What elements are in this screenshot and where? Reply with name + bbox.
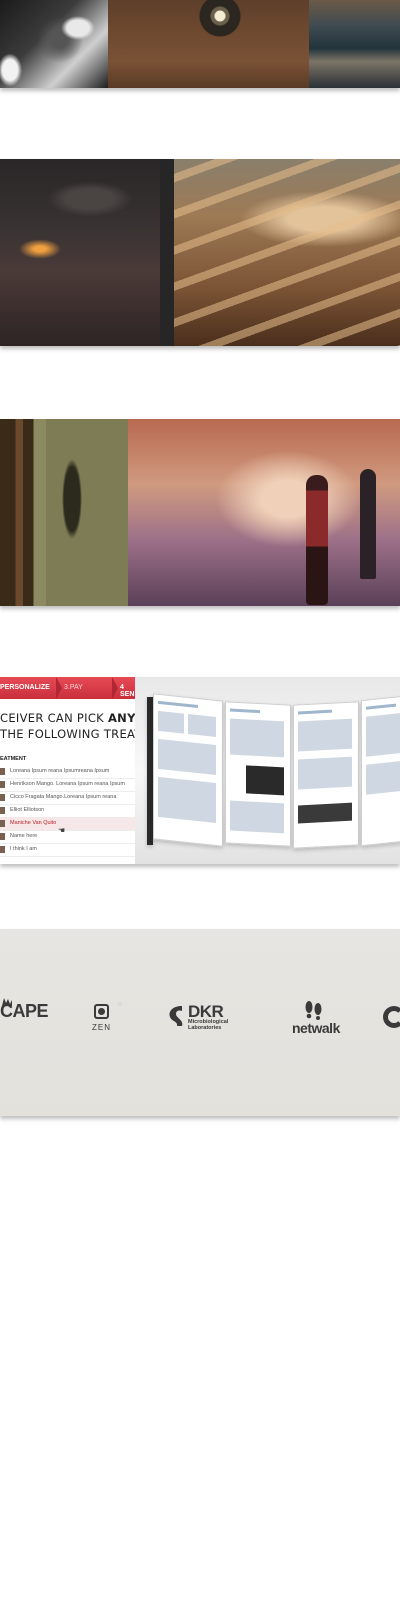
brochure-mockup[interactable] <box>135 677 400 864</box>
treatment-thumb <box>0 768 5 775</box>
logo-cape[interactable]: CAPE <box>0 1001 49 1022</box>
portfolio-strip-1 <box>0 0 400 88</box>
treatment-row[interactable]: Cicco Fragata Mango.Loreana Ipsum reana <box>0 791 135 805</box>
portfolio-strip-3 <box>0 419 400 606</box>
panel-dark-block <box>298 802 352 824</box>
treatment-row[interactable]: Elliot Elliotson <box>0 804 135 818</box>
thumbnail-wheat-closeup[interactable] <box>174 159 400 346</box>
treatment-row[interactable]: Henrikson Mango. Loreana Ipsum reana Ips… <box>0 778 135 792</box>
step-pay[interactable]: 3.PAY <box>64 684 83 691</box>
treatment-row[interactable]: I think I am <box>0 843 135 857</box>
picker-headline-line2: THE FOLLOWING TREATME <box>0 727 135 741</box>
brochure-panel <box>361 693 400 847</box>
hand-pointer-icon: ☚ <box>58 826 66 835</box>
panel-heading-bar <box>158 700 198 709</box>
zen-logo-dot-icon <box>98 1008 105 1015</box>
dkr-logo-mark-icon <box>169 1006 183 1026</box>
panel-block <box>158 776 216 823</box>
thumbnail-divider <box>160 159 174 346</box>
panel-block <box>298 718 352 752</box>
thumbnail-abstract-render[interactable] <box>0 0 108 88</box>
panel-block <box>366 759 400 795</box>
treatment-row-selected[interactable]: Maniche Van Quito <box>0 817 135 831</box>
treatment-name: Loreana Ipsum reana Ipsumreana Ipsum <box>10 768 110 774</box>
treatment-thumb <box>0 833 5 840</box>
step-personalize[interactable]: PERSONALIZE <box>0 684 50 691</box>
headline-text: CEIVER CAN PICK <box>0 711 108 725</box>
picker-headline-line1: CEIVER CAN PICK ANY <box>0 711 135 725</box>
treatment-picker-mockup[interactable]: PERSONALIZE 3.PAY 4 SEN CEIVER CAN PICK … <box>0 677 135 864</box>
panel-block <box>230 800 284 834</box>
panel-heading-bar <box>230 708 260 714</box>
panel-block <box>366 711 400 757</box>
treatment-name: Henrikson Mango. Loreana Ipsum reana Ips… <box>10 781 125 787</box>
panel-heading-bar <box>366 703 396 710</box>
panel-block <box>188 714 216 737</box>
running-girl-figure <box>306 475 328 605</box>
treatment-row[interactable]: Name here <box>0 830 135 844</box>
treatment-column-header: EATMENT <box>0 756 27 762</box>
treatment-thumb <box>0 846 5 853</box>
thumbnail-green-doorway[interactable] <box>0 419 128 606</box>
thumbnail-speaker-desert[interactable] <box>108 0 309 88</box>
step-arrow-icon <box>112 677 118 699</box>
brochure-panel <box>225 701 291 847</box>
step-arrow-icon <box>56 677 62 699</box>
logo-zen[interactable]: ZEN <box>92 1023 111 1032</box>
swirl-logo-icon[interactable] <box>383 1006 400 1028</box>
thumbnail-sea-rocks[interactable] <box>309 0 400 88</box>
panel-block <box>158 738 216 775</box>
treatment-name: Cicco Fragata Mango.Loreana Ipsum reana <box>10 794 117 800</box>
panel-block <box>158 710 184 734</box>
treatment-thumb <box>0 820 5 827</box>
treatment-row[interactable]: Loreana Ipsum reana Ipsumreana Ipsum <box>0 765 135 779</box>
treatment-name: Elliot Elliotson <box>10 807 45 813</box>
panel-screen-block <box>246 765 284 796</box>
portfolio-strip-4: PERSONALIZE 3.PAY 4 SEN CEIVER CAN PICK … <box>0 677 400 864</box>
logo-dkr-subtitle: Laboratories <box>188 1025 222 1031</box>
brochure-panel <box>293 701 359 849</box>
checkout-steps-bar: PERSONALIZE 3.PAY 4 SEN <box>0 677 135 699</box>
treatment-name: Maniche Van Quito <box>10 820 57 826</box>
thumbnail-street-running-girl[interactable] <box>128 419 400 606</box>
panel-heading-bar <box>298 709 332 715</box>
headline-emphasis: ANY <box>107 711 135 725</box>
thumbnail-burning-city[interactable] <box>0 159 160 346</box>
logo-netwalk[interactable]: netwalk <box>292 1020 340 1036</box>
footprints-icon <box>305 1001 322 1020</box>
panel-block <box>230 718 284 758</box>
panel-block <box>298 756 352 790</box>
treatment-name: I think I am <box>10 846 37 852</box>
treatment-thumb <box>0 781 5 788</box>
brochure-panel <box>153 693 223 847</box>
treatment-thumb <box>0 807 5 814</box>
treatment-thumb <box>0 794 5 801</box>
treatment-name: Name here <box>10 833 38 839</box>
portfolio-strip-2 <box>0 159 400 346</box>
step-send[interactable]: 4 SEN <box>120 684 135 698</box>
walking-man-figure <box>360 469 376 579</box>
